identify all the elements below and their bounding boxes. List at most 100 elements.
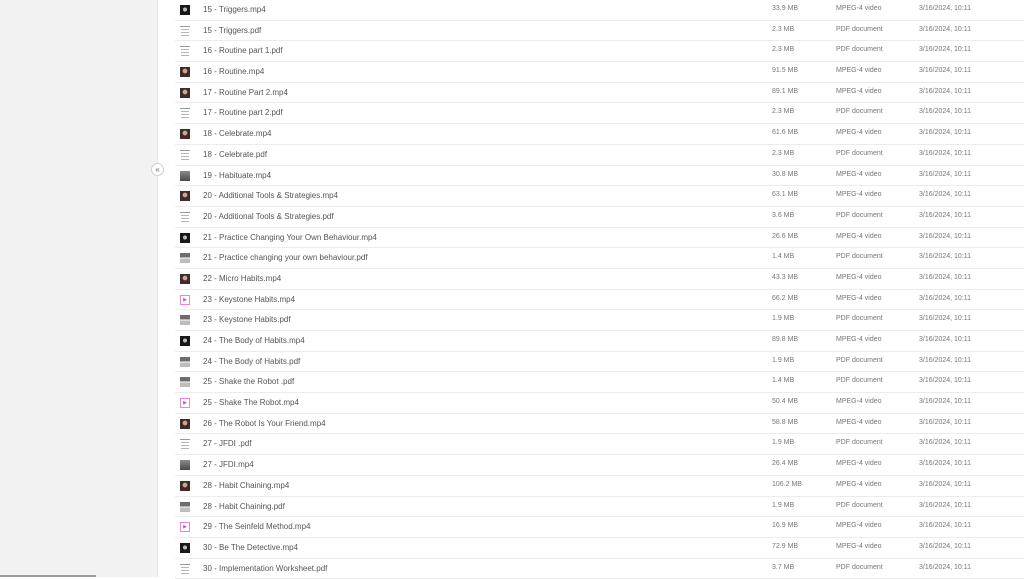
file-name[interactable]: 30 - Implementation Worksheet.pdf — [203, 564, 327, 573]
file-name[interactable]: 16 - Routine part 1.pdf — [203, 46, 283, 55]
file-size: 1.9 MB — [772, 356, 795, 364]
file-row[interactable]: 26 - The Robot Is Your Friend.mp4 58.8 MB… — [175, 414, 1024, 435]
file-row[interactable]: 20 - Additional Tools & Strategies.pdf 3.… — [175, 207, 1024, 228]
file-name[interactable]: 20 - Additional Tools & Strategies.pdf — [203, 212, 334, 221]
file-size: 33.9 MB — [772, 5, 799, 12]
file-size: 66.2 MB — [772, 294, 799, 302]
file-modified: 3/16/2024, 10:11 — [919, 129, 972, 137]
file-size: 1.4 MB — [772, 377, 795, 385]
file-modified: 3/16/2024, 10:11 — [919, 273, 972, 281]
file-row[interactable]: 19 - Habituate.mp4 30.8 MB MPEG-4 video 3/1… — [175, 166, 1024, 187]
file-size: 26.4 MB — [772, 460, 799, 468]
file-modified: 3/16/2024, 10:11 — [919, 87, 972, 95]
file-type: PDF document — [836, 501, 883, 509]
file-name[interactable]: 23 - Keystone Habits.mp4 — [203, 295, 295, 304]
file-row[interactable]: 21 - Practice changing your own behaviou… — [175, 248, 1024, 269]
file-name[interactable]: 25 - Shake The Robot.mp4 — [203, 398, 299, 407]
file-name[interactable]: 16 - Routine.mp4 — [203, 67, 264, 76]
file-row[interactable]: 24 - The Body of Habits.mp4 89.8 MB MPEG-4… — [175, 331, 1024, 352]
file-row[interactable]: 27 - JFDI.mp4 26.4 MB MPEG-4 video 3/16/202… — [175, 455, 1024, 476]
file-row[interactable]: ▶ 29 - The Seinfeld Method.mp4 16.9 MB MPEG… — [175, 517, 1024, 538]
collapse-sidebar-button[interactable]: « — [151, 163, 164, 176]
video-thumbnail-icon — [180, 273, 190, 284]
pdf-thumbnail-icon — [180, 25, 190, 36]
file-row[interactable]: 16 - Routine part 1.pdf 2.3 MB PDF documen… — [175, 41, 1024, 63]
file-row[interactable]: 30 - Be The Detective.mp4 72.9 MB MPEG-4 v… — [175, 538, 1024, 559]
file-type: PDF document — [836, 253, 883, 261]
file-name[interactable]: 21 - Practice Changing Your Own Behaviou… — [203, 233, 377, 242]
file-row[interactable]: 25 - Shake the Robot .pdf 1.4 MB PDF docum… — [175, 372, 1024, 394]
file-name[interactable]: 15 - Triggers.mp4 — [203, 5, 266, 14]
video-thumbnail-icon — [180, 480, 190, 491]
file-type: MPEG-4 video — [836, 480, 882, 488]
file-row[interactable]: 16 - Routine.mp4 91.5 MB MPEG-4 video 3/16/… — [175, 62, 1024, 83]
file-row[interactable]: 15 - Triggers.mp4 33.9 MB MPEG-4 video 3/16… — [175, 0, 1024, 21]
file-modified: 3/16/2024, 10:11 — [919, 563, 972, 571]
file-type: MPEG-4 video — [836, 232, 882, 240]
file-name[interactable]: 18 - Celebrate.mp4 — [203, 129, 271, 138]
file-name[interactable]: 30 - Be The Detective.mp4 — [203, 543, 298, 552]
file-name[interactable]: 29 - The Seinfeld Method.mp4 — [203, 522, 310, 531]
file-size: 16.9 MB — [772, 522, 799, 530]
file-row[interactable]: 20 - Additional Tools & Strategies.mp4 63… — [175, 186, 1024, 207]
file-name[interactable]: 27 - JFDI.mp4 — [203, 460, 254, 469]
file-row[interactable]: 17 - Routine part 2.pdf 2.3 MB PDF documen… — [175, 103, 1024, 125]
file-name[interactable]: 24 - The Body of Habits.mp4 — [203, 336, 305, 345]
video-thumbnail-icon — [180, 460, 190, 471]
pdf-thumbnail-icon — [180, 211, 190, 222]
file-name[interactable]: 24 - The Body of Habits.pdf — [203, 357, 300, 366]
file-size: 2.3 MB — [772, 25, 795, 33]
pdf-thumbnail-icon — [180, 149, 190, 160]
file-name[interactable]: 21 - Practice changing your own behaviou… — [203, 253, 368, 262]
file-size: 2.3 MB — [772, 108, 795, 116]
file-modified: 3/16/2024, 10:11 — [919, 108, 972, 116]
file-name[interactable]: 15 - Triggers.pdf — [203, 26, 261, 35]
file-row[interactable]: 21 - Practice Changing Your Own Behaviou… — [175, 228, 1024, 249]
file-name[interactable]: 18 - Celebrate.pdf — [203, 150, 267, 159]
file-name[interactable]: 23 - Keystone Habits.pdf — [203, 315, 291, 324]
file-size: 3.6 MB — [772, 211, 795, 219]
file-name[interactable]: 19 - Habituate.mp4 — [203, 171, 271, 180]
pdf-thumbnail-icon — [180, 377, 190, 388]
file-row[interactable]: 30 - Implementation Worksheet.pdf 3.7 MB P… — [175, 559, 1024, 579]
file-name[interactable]: 17 - Routine part 2.pdf — [203, 108, 283, 117]
file-row[interactable]: 23 - Keystone Habits.pdf 1.9 MB PDF docume… — [175, 310, 1024, 331]
file-type: PDF document — [836, 211, 883, 219]
file-name[interactable]: 28 - Habit Chaining.pdf — [203, 502, 285, 511]
file-row[interactable]: 22 - Micro Habits.mp4 43.3 MB MPEG-4 video… — [175, 269, 1024, 290]
file-row[interactable]: 28 - Habit Chaining.pdf 1.9 MB PDF documen… — [175, 497, 1024, 518]
file-row[interactable]: 28 - Habit Chaining.mp4 106.2 MB MPEG-4 vi… — [175, 476, 1024, 497]
file-name[interactable]: 28 - Habit Chaining.mp4 — [203, 481, 289, 490]
file-row[interactable]: ▶ 25 - Shake The Robot.mp4 50.4 MB MPEG-4 v… — [175, 393, 1024, 414]
video-thumbnail-icon: ▶ — [180, 294, 190, 305]
file-row[interactable]: 17 - Routine Part 2.mp4 89.1 MB MPEG-4 vid… — [175, 83, 1024, 104]
file-row[interactable]: 18 - Celebrate.mp4 61.6 MB MPEG-4 video 3/1… — [175, 124, 1024, 145]
file-type: MPEG-4 video — [836, 336, 882, 343]
file-modified: 3/16/2024, 10:11 — [919, 460, 972, 468]
file-type: MPEG-4 video — [836, 191, 882, 199]
file-name[interactable]: 20 - Additional Tools & Strategies.mp4 — [203, 191, 338, 200]
file-name[interactable]: 17 - Routine Part 2.mp4 — [203, 88, 288, 97]
file-row[interactable]: 27 - JFDI .pdf 1.9 MB PDF document 3/16/202… — [175, 434, 1024, 456]
file-size: 61.6 MB — [772, 129, 799, 137]
file-name[interactable]: 22 - Micro Habits.mp4 — [203, 274, 281, 283]
file-row[interactable]: 24 - The Body of Habits.pdf 1.9 MB PDF doc… — [175, 352, 1024, 373]
file-type: MPEG-4 video — [836, 87, 882, 95]
pdf-thumbnail-icon — [180, 356, 190, 367]
file-name[interactable]: 26 - The Robot Is Your Friend.mp4 — [203, 419, 326, 428]
file-type: MPEG-4 video — [836, 418, 882, 426]
file-type: MPEG-4 video — [836, 398, 882, 406]
file-row[interactable]: 15 - Triggers.pdf 2.3 MB PDF document 3/16/… — [175, 21, 1024, 42]
video-thumbnail-icon — [180, 67, 190, 78]
file-name[interactable]: 25 - Shake the Robot .pdf — [203, 377, 294, 386]
sidebar — [0, 0, 158, 577]
file-modified: 3/16/2024, 10:11 — [919, 501, 972, 509]
file-modified: 3/16/2024, 10:11 — [919, 46, 972, 54]
file-name[interactable]: 27 - JFDI .pdf — [203, 439, 251, 448]
file-row[interactable]: 18 - Celebrate.pdf 2.3 MB PDF document 3/16… — [175, 145, 1024, 166]
file-size: 1.9 MB — [772, 315, 795, 323]
file-size: 2.3 MB — [772, 149, 795, 157]
file-row[interactable]: ▶ 23 - Keystone Habits.mp4 66.2 MB MPEG-4 v… — [175, 290, 1024, 311]
file-modified: 3/16/2024, 10:11 — [919, 253, 972, 261]
file-type: MPEG-4 video — [836, 67, 882, 75]
